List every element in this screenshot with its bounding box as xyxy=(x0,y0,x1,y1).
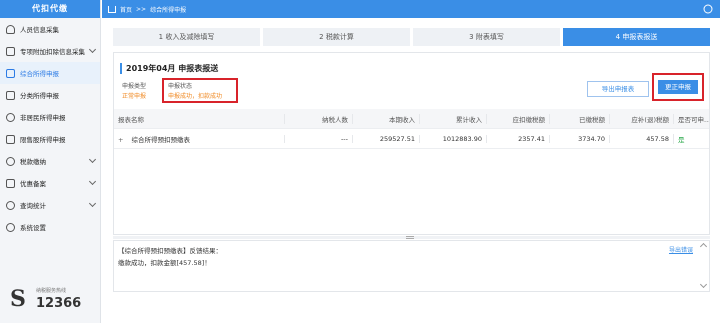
sidebar-item-label: 税款缴纳 xyxy=(20,158,46,166)
breadcrumb-current: 综合所得申报 xyxy=(150,6,187,14)
column-header: 报表名称 xyxy=(118,115,144,124)
sidebar-item-comprehensive-income[interactable]: 综合所得申报 xyxy=(0,62,100,84)
home-icon[interactable] xyxy=(108,5,116,13)
search-icon xyxy=(6,200,15,210)
chevron-down-icon xyxy=(88,155,97,164)
step-attachment[interactable]: 3 附表填写 xyxy=(413,28,560,46)
can-declare-cell: 是 xyxy=(673,133,709,144)
sidebar-item-label: 人员信息采集 xyxy=(20,26,59,34)
scroll-down-icon[interactable] xyxy=(699,280,708,289)
refresh-icon[interactable] xyxy=(702,3,714,15)
declaration-status-label: 申报状态 xyxy=(168,83,193,90)
step-progress: 1 收入及减除填写 2 税款计算 3 附表填写 4 申报表报送 xyxy=(113,28,710,46)
gear-icon xyxy=(6,222,15,232)
report-name: 综合所得预扣预缴表 xyxy=(131,135,191,144)
step-income-deduction[interactable]: 1 收入及减除填写 xyxy=(113,28,260,46)
step-tax-calculation[interactable]: 2 税款计算 xyxy=(263,28,410,46)
declaration-type-label: 申报类型 xyxy=(122,83,147,90)
payment-icon xyxy=(6,156,15,166)
breadcrumb: 首页 >> 综合所得申报 xyxy=(102,0,720,18)
chevron-down-icon xyxy=(88,177,97,186)
document-icon xyxy=(6,46,15,56)
feedback-message: 缴款成功，扣款金额[457.58]！ xyxy=(118,259,211,267)
hotline-number: 12366 xyxy=(36,296,82,311)
tax-logo-icon: S xyxy=(10,286,26,312)
sidebar-title: 代扣代缴 xyxy=(0,0,100,18)
step-submit[interactable]: 4 申报表报送 xyxy=(563,28,710,46)
tax-diff-cell: 457.58 xyxy=(609,134,673,143)
page-title: 2019年04月 申报表报送 xyxy=(120,63,218,74)
declaration-table: 报表名称 纳税人数 本期收入 累计收入 应扣缴税额 已缴税额 应补(退)税额 是… xyxy=(114,109,709,149)
sidebar-item-label: 综合所得申报 xyxy=(20,70,59,78)
column-header: 已缴税额 xyxy=(549,113,609,124)
sidebar-item-personnel[interactable]: 人员信息采集 xyxy=(0,18,100,40)
expand-icon[interactable]: + xyxy=(118,136,123,144)
breadcrumb-home[interactable]: 首页 xyxy=(120,5,132,14)
table-row[interactable]: + 综合所得预扣预缴表 --- 259527.51 1012883.90 235… xyxy=(114,129,709,149)
current-income-cell: 259527.51 xyxy=(352,134,419,143)
declaration-type-value: 正常申报 xyxy=(122,93,147,100)
column-header: 纳税人数 xyxy=(284,113,352,124)
export-declaration-button[interactable]: 导出申报表 xyxy=(587,81,649,97)
sidebar-item-tax-payment[interactable]: 税款缴纳 xyxy=(0,150,100,172)
sidebar-item-special-deduction[interactable]: 专项附加扣除信息采集 xyxy=(0,40,100,62)
export-errors-link[interactable]: 导出错误 xyxy=(669,245,693,254)
splitter-grip-icon[interactable] xyxy=(406,236,414,239)
sidebar-item-system-settings[interactable]: 系统设置 xyxy=(0,216,100,238)
sidebar-item-label: 限售股所得申报 xyxy=(20,136,66,144)
sidebar: 代扣代缴 人员信息采集 专项附加扣除信息采集 综合所得申报 分类所得申报 非居民… xyxy=(0,0,101,323)
declaration-panel: 2019年04月 申报表报送 申报类型 正常申报 申报状态 申报成功，扣款成功 … xyxy=(113,52,710,235)
sidebar-item-label: 优惠备案 xyxy=(20,180,46,188)
column-header: 累计收入 xyxy=(419,113,486,124)
column-header: 是否可申... xyxy=(673,113,709,124)
sidebar-item-label: 专项附加扣除信息采集 xyxy=(20,48,85,56)
declaration-status-value: 申报成功，扣款成功 xyxy=(168,93,223,100)
gift-icon xyxy=(6,178,15,188)
feedback-panel: 【综合所得预扣预缴表】反馈结果： 缴款成功，扣款金额[457.58]！ 导出错误 xyxy=(113,240,710,292)
sidebar-item-classified-income[interactable]: 分类所得申报 xyxy=(0,84,100,106)
tax-due-cell: 2357.41 xyxy=(486,134,549,143)
sidebar-item-label: 查询统计 xyxy=(20,202,46,210)
taxpayer-count-cell: --- xyxy=(284,134,352,143)
period-label: 2019年04月 xyxy=(126,64,176,73)
sidebar-item-query-statistics[interactable]: 查询统计 xyxy=(0,194,100,216)
correct-button-highlight: 更正申报 xyxy=(652,73,704,101)
breadcrumb-separator: >> xyxy=(136,5,147,13)
table-header: 报表名称 纳税人数 本期收入 累计收入 应扣缴税额 已缴税额 应补(退)税额 是… xyxy=(114,109,709,129)
sidebar-item-label: 系统设置 xyxy=(20,224,46,232)
sidebar-item-preferential-filing[interactable]: 优惠备案 xyxy=(0,172,100,194)
column-header: 应扣缴税额 xyxy=(486,113,549,124)
scroll-up-icon[interactable] xyxy=(699,242,708,251)
hotline: S 纳税服务热线 12366 xyxy=(10,285,94,315)
sidebar-item-nonresident[interactable]: 非居民所得申报 xyxy=(0,106,100,128)
sidebar-item-label: 非居民所得申报 xyxy=(20,114,66,122)
correct-declaration-button[interactable]: 更正申报 xyxy=(658,80,698,94)
feedback-title: 【综合所得预扣预缴表】反馈结果： xyxy=(118,247,222,255)
chevron-down-icon xyxy=(88,199,97,208)
cumulative-income-cell: 1012883.90 xyxy=(419,134,486,143)
tax-paid-cell: 3734.70 xyxy=(549,134,609,143)
report-name-cell: + 综合所得预扣预缴表 xyxy=(114,134,284,144)
panel-title: 申报表报送 xyxy=(178,64,219,73)
chart-icon xyxy=(6,68,15,78)
chevron-down-icon xyxy=(88,45,97,54)
classify-icon xyxy=(6,90,15,100)
hotline-caption: 纳税服务热线 xyxy=(36,288,67,294)
globe-icon xyxy=(6,112,15,122)
column-header: 应补(退)税额 xyxy=(609,113,673,124)
sidebar-item-label: 分类所得申报 xyxy=(20,92,59,100)
person-icon xyxy=(6,24,15,34)
sidebar-item-restricted-stock[interactable]: 限售股所得申报 xyxy=(0,128,100,150)
stock-icon xyxy=(6,134,15,144)
status-highlight: 申报状态 申报成功，扣款成功 xyxy=(162,78,238,103)
column-header: 本期收入 xyxy=(352,113,419,124)
panel-splitter[interactable] xyxy=(113,236,710,239)
